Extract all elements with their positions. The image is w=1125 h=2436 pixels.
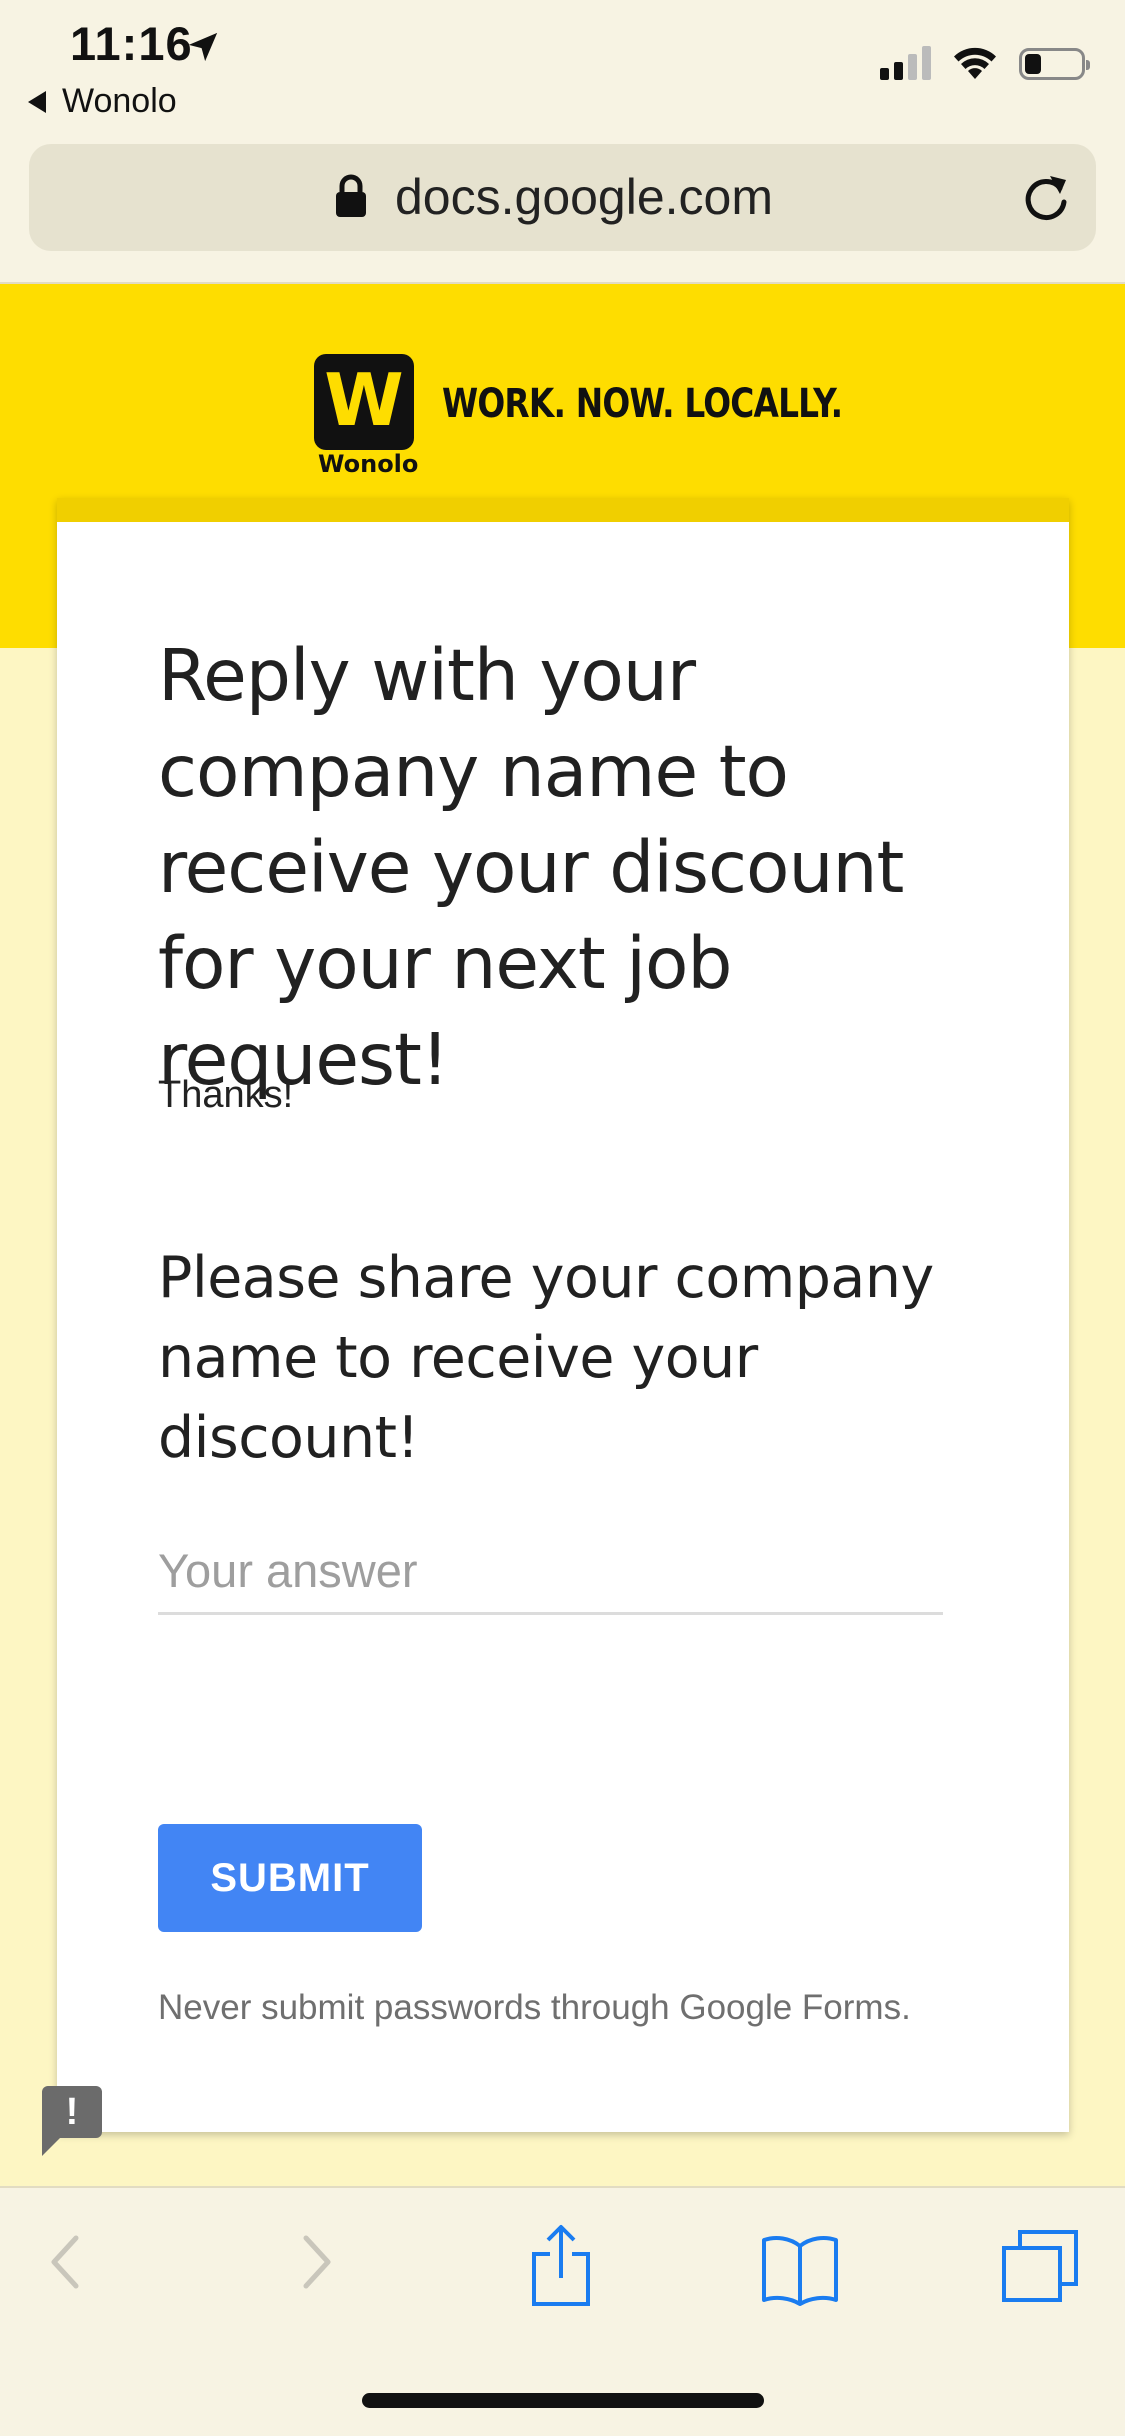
status-icons: [880, 46, 1090, 80]
form-card: Reply with your company name to receive …: [57, 498, 1069, 2132]
logo-wordmark: Wonolo: [318, 450, 419, 478]
logo-tagline: WORK. NOW. LOCALLY.: [442, 381, 843, 427]
share-icon[interactable]: [528, 2224, 594, 2308]
form-description: Thanks!: [158, 1074, 294, 1116]
tabs-icon[interactable]: [1000, 2228, 1080, 2304]
reload-icon[interactable]: [1020, 170, 1072, 226]
password-disclaimer: Never submit passwords through Google Fo…: [158, 1988, 911, 2027]
forward-icon[interactable]: [294, 2232, 338, 2292]
form-title: Reply with your company name to receive …: [158, 634, 904, 1101]
status-time: 11:16: [70, 17, 193, 70]
battery-icon: [1019, 48, 1090, 80]
wifi-icon: [954, 47, 996, 79]
report-abuse-button[interactable]: !: [42, 2086, 102, 2156]
question-label: Please share your company name to receiv…: [158, 1245, 934, 1471]
back-to-app-link[interactable]: Wonolo: [28, 82, 177, 121]
wonolo-logo: W Wonolo WORK. NOW. LOCALLY.: [314, 354, 930, 478]
lock-icon: [336, 174, 366, 217]
address-bar[interactable]: docs.google.com: [29, 144, 1096, 251]
back-app-label: Wonolo: [62, 82, 177, 120]
location-arrow-icon: [188, 32, 218, 62]
bookmarks-icon[interactable]: [760, 2232, 840, 2306]
logo-letter: W: [324, 358, 404, 442]
battery-level: [1025, 54, 1041, 74]
browser-chrome: 11:16 Wonolo docs.google.com: [0, 0, 1125, 284]
home-indicator[interactable]: [362, 2393, 764, 2408]
logo-mark: W Wonolo: [314, 354, 418, 478]
card-accent-bar: [57, 498, 1069, 522]
answer-input[interactable]: [158, 1538, 943, 1615]
back-icon[interactable]: [44, 2232, 88, 2292]
url-text: docs.google.com: [395, 169, 774, 225]
submit-button[interactable]: SUBMIT: [158, 1824, 422, 1932]
back-triangle-icon: [28, 90, 46, 113]
cellular-signal-icon: [880, 46, 931, 80]
